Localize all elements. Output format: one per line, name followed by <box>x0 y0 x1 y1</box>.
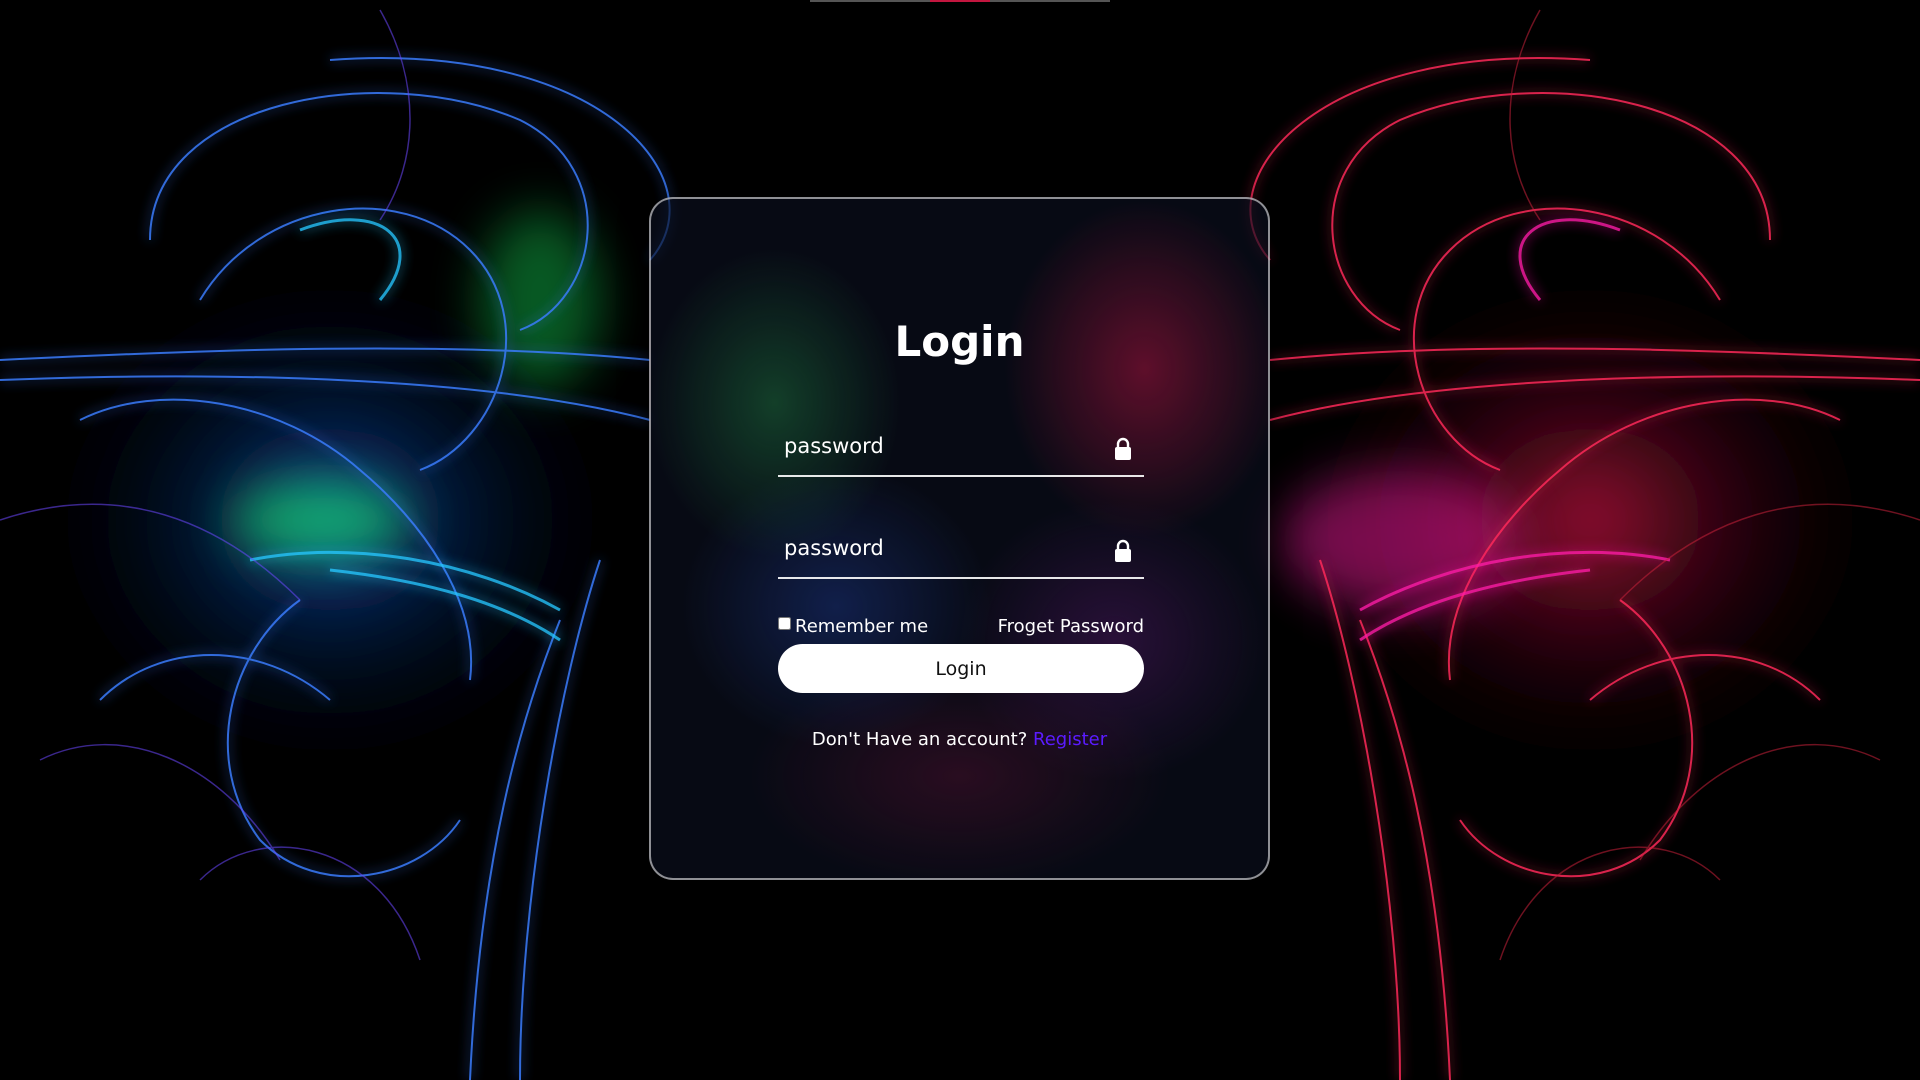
register-prompt: Don't Have an account? <box>811 729 1028 750</box>
forgot-password-link[interactable]: Froget Password <box>998 616 1144 637</box>
register-link[interactable]: Register <box>1033 729 1107 750</box>
password-field-1 <box>778 419 1144 477</box>
remember-me[interactable]: Remember me <box>778 616 928 637</box>
password-input-2[interactable] <box>778 521 1098 575</box>
register-row: Don't Have an account? Register <box>651 729 1268 750</box>
remember-me-checkbox[interactable] <box>778 617 791 630</box>
lock-icon <box>1115 437 1131 460</box>
password-field-2 <box>778 521 1144 579</box>
options-row: Remember me Froget Password <box>778 616 1144 642</box>
login-button[interactable]: Login <box>778 644 1144 693</box>
login-title: Login <box>894 317 1025 366</box>
login-card: Login Remember me Froget Password Login … <box>649 197 1270 880</box>
remember-me-label: Remember me <box>795 616 929 637</box>
lock-icon <box>1115 539 1131 562</box>
top-indicator-bar <box>810 0 1110 2</box>
password-input-1[interactable] <box>778 419 1098 473</box>
top-indicator-accent <box>930 0 990 2</box>
